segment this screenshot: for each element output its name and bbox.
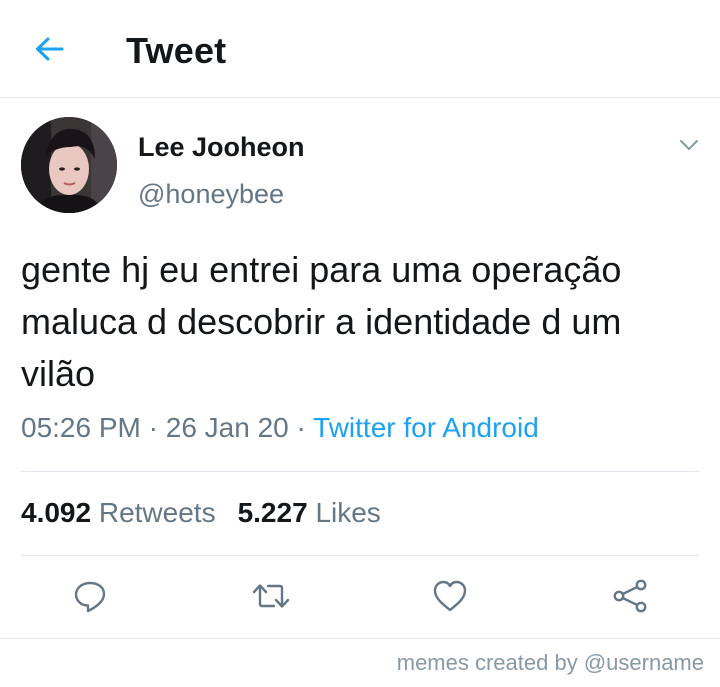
- author-handle[interactable]: @honeybee: [138, 179, 284, 210]
- chevron-down-icon: [680, 140, 698, 150]
- author-name[interactable]: Lee Jooheon: [138, 132, 305, 163]
- retweets-count: 4.092: [21, 497, 92, 528]
- tweet-text: gente hj eu entrei para uma operação mal…: [21, 249, 622, 394]
- tweet-time: 05:26 PM: [21, 412, 141, 443]
- reply-button[interactable]: [70, 576, 110, 616]
- arrow-left-icon: [36, 37, 64, 61]
- back-button[interactable]: [32, 32, 66, 66]
- page-title: Tweet: [126, 30, 227, 71]
- tweet-meta: 05:26 PM · 26 Jan 20 · Twitter for Andro…: [21, 412, 539, 444]
- retweet-icon: [252, 584, 290, 608]
- retweet-button[interactable]: [251, 576, 291, 616]
- watermark-credit: memes created by @username: [396, 650, 704, 675]
- divider: [21, 471, 699, 472]
- tweet-source-link[interactable]: Twitter for Android: [313, 412, 539, 443]
- share-icon: [613, 579, 647, 613]
- likes-label: Likes: [315, 497, 381, 528]
- likes-count: 5.227: [237, 497, 308, 528]
- tweet-stats: 4.092 Retweets 5.227 Likes: [21, 497, 381, 529]
- heart-icon: [433, 580, 467, 612]
- reply-icon: [74, 581, 106, 613]
- meta-separator: ·: [296, 412, 306, 443]
- likes-stat[interactable]: 5.227 Likes: [238, 497, 381, 528]
- divider: [21, 555, 699, 556]
- more-options-button[interactable]: [676, 133, 702, 157]
- top-bar: Tweet: [0, 0, 720, 98]
- avatar[interactable]: [21, 117, 117, 213]
- like-button[interactable]: [430, 576, 470, 616]
- meta-separator: ·: [148, 412, 158, 443]
- retweets-label: Retweets: [98, 497, 216, 528]
- divider: [0, 638, 720, 639]
- retweets-stat[interactable]: 4.092 Retweets: [21, 497, 216, 528]
- share-button[interactable]: [610, 576, 650, 616]
- tweet-date: 26 Jan 20: [165, 412, 289, 443]
